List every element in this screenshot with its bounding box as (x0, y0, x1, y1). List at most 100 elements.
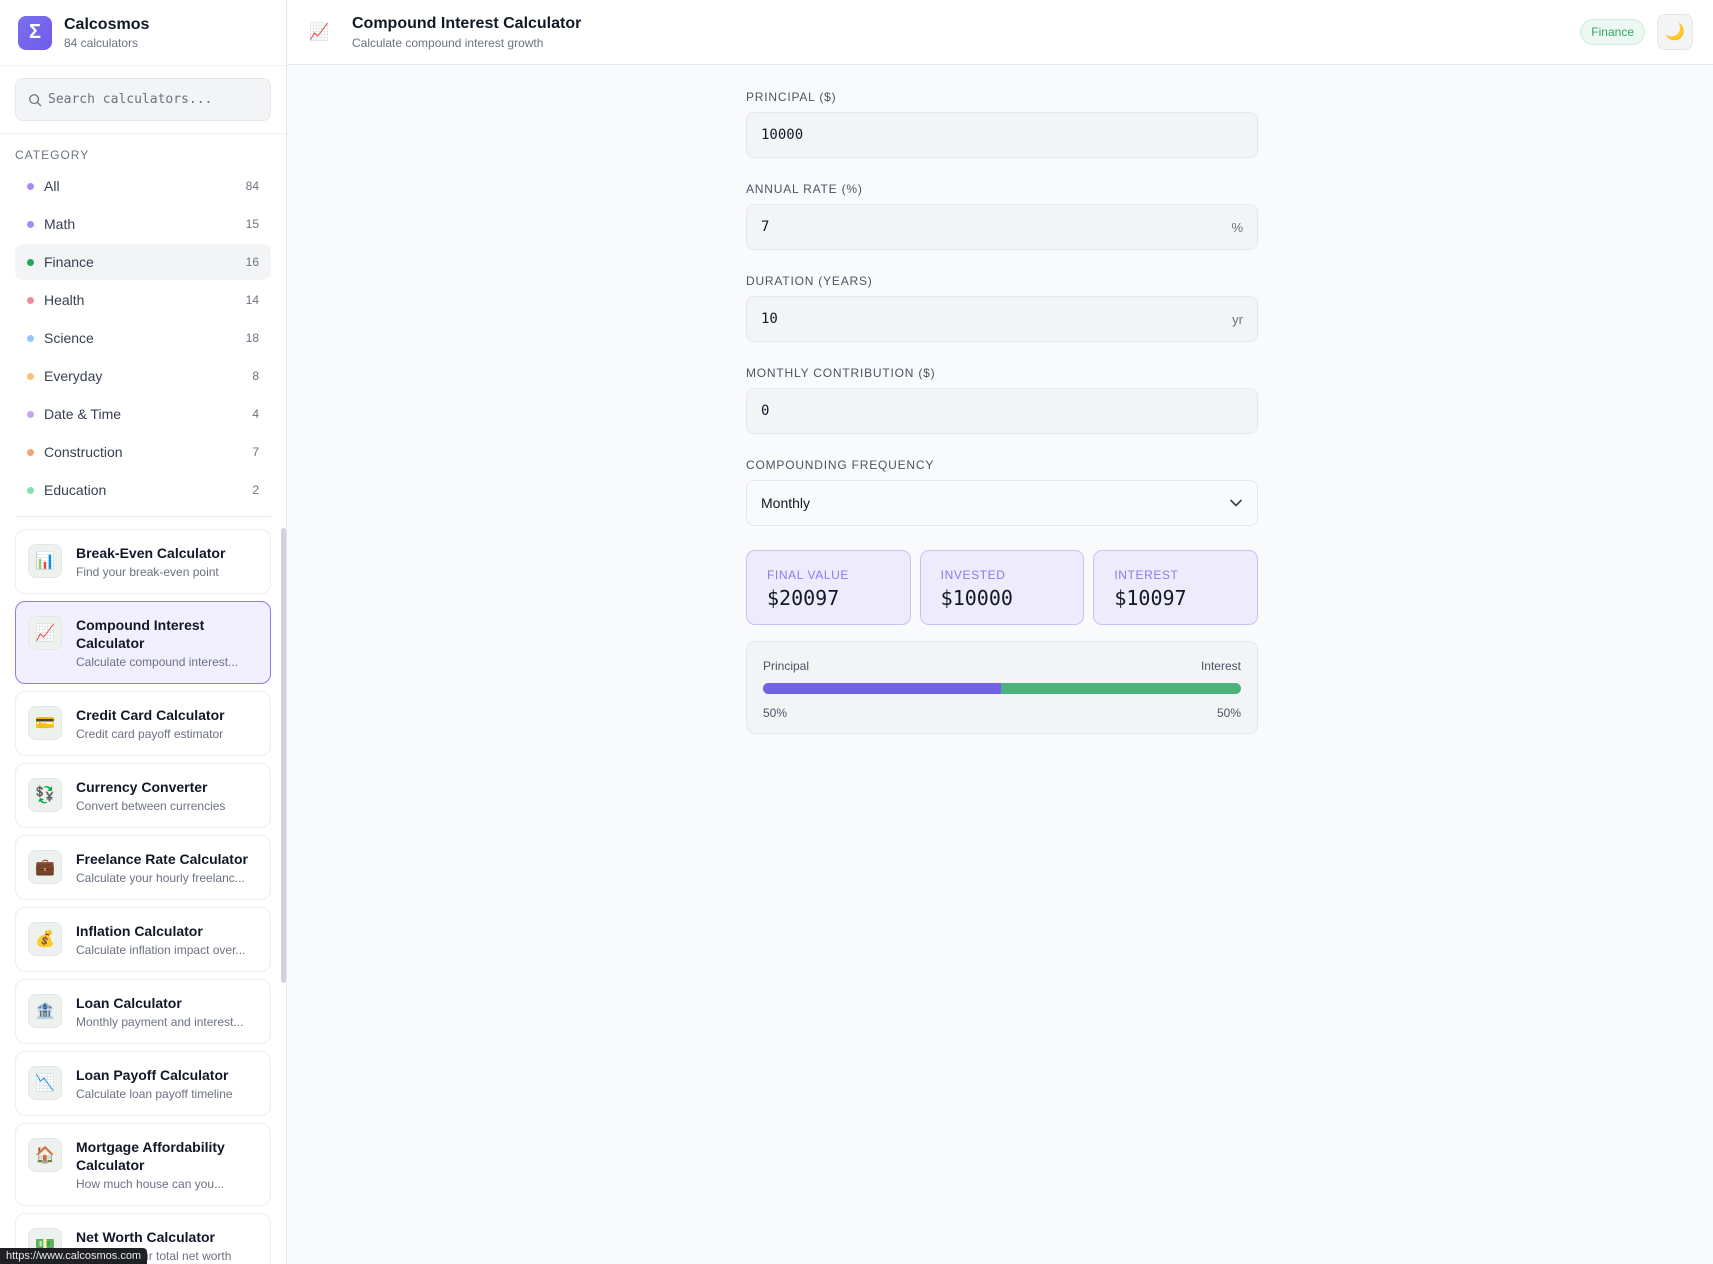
category-count: 84 (245, 179, 259, 193)
category-item-science[interactable]: Science 18 (15, 320, 271, 356)
category-dot-icon (27, 448, 34, 456)
theme-toggle-button[interactable]: 🌙 (1657, 14, 1693, 50)
calculator-desc: Convert between currencies (76, 799, 226, 813)
category-item-math[interactable]: Math 15 (15, 206, 271, 242)
calculator-name: Credit Card Calculator (76, 707, 225, 723)
category-title: CATEGORY (15, 148, 90, 162)
search-section (0, 66, 286, 134)
principal-field[interactable] (746, 112, 1258, 158)
category-label: Health (44, 292, 85, 308)
moon-icon: 🌙 (1665, 24, 1685, 41)
frequency-value: Monthly (761, 495, 811, 511)
invested-label: INVESTED (940, 568, 1006, 582)
category-dot-icon (27, 334, 34, 342)
rate-input[interactable] (761, 219, 1232, 235)
frequency-label: COMPOUNDING FREQUENCY (746, 458, 935, 472)
breakdown-bar (763, 683, 1241, 694)
duration-field[interactable]: yr (746, 296, 1258, 342)
category-badge: Finance (1580, 19, 1645, 45)
calculator-card-compound-interest[interactable]: 📈 Compound Interest Calculator Calculate … (15, 601, 271, 684)
contribution-field[interactable] (746, 388, 1258, 434)
duration-label: DURATION (YEARS) (746, 274, 873, 288)
category-item-date-time[interactable]: Date & Time 4 (15, 396, 271, 432)
chevron-down-icon (1230, 499, 1242, 507)
invested-amount: $10000 (940, 586, 1013, 610)
search-box[interactable] (15, 78, 271, 121)
breakdown-principal-pct: 50% (763, 706, 788, 720)
category-item-all[interactable]: All 84 (15, 168, 271, 204)
category-dot-icon (27, 182, 34, 190)
calculator-card-mortgage-affordability[interactable]: 🏠 Mortgage Affordability Calculator How m… (15, 1123, 271, 1206)
calculator-card-freelance-rate[interactable]: 💼 Freelance Rate Calculator Calculate you… (15, 835, 271, 900)
category-dot-icon (27, 410, 34, 418)
search-input[interactable] (48, 92, 258, 107)
category-count: 8 (252, 369, 259, 383)
calculator-card-loan-payoff[interactable]: 📉 Loan Payoff Calculator Calculate loan p… (15, 1051, 271, 1116)
frequency-select[interactable]: Monthly (746, 480, 1258, 526)
brand-header[interactable]: Σ Calcosmos 84 calculators (0, 0, 286, 66)
category-dot-icon (27, 296, 34, 304)
category-dot-icon (27, 372, 34, 380)
calculator-list: 📊 Break-Even Calculator Find your break-e… (0, 529, 286, 1264)
bank-icon: 🏦 (28, 994, 62, 1028)
calculator-card-loan[interactable]: 🏦 Loan Calculator Monthly payment and int… (15, 979, 271, 1044)
sidebar-scrollbar[interactable] (281, 528, 286, 983)
calculator-name: Currency Converter (76, 779, 208, 795)
results-row: FINAL VALUE $20097 INVESTED $10000 INTER… (746, 550, 1259, 625)
chart-increasing-icon: 📈 (309, 24, 329, 41)
principal-input[interactable] (761, 127, 1243, 143)
category-item-construction[interactable]: Construction 7 (15, 434, 271, 470)
category-list: All 84 Math 15 Finance 16 Health 14 Scie… (0, 168, 286, 517)
calculator-desc: Find your break-even point (76, 565, 219, 579)
calculator-card-inflation[interactable]: 💰 Inflation Calculator Calculate inflatio… (15, 907, 271, 972)
contribution-label: MONTHLY CONTRIBUTION ($) (746, 366, 936, 380)
calculator-name: Freelance Rate Calculator (76, 851, 248, 867)
page-header: 📈 Compound Interest Calculator Calculate… (288, 0, 1713, 65)
search-icon (29, 93, 42, 106)
brand-name: Calcosmos (64, 15, 150, 33)
duration-suffix: yr (1232, 311, 1243, 327)
category-item-everyday[interactable]: Everyday 8 (15, 358, 271, 394)
status-bar-url: https://www.calcosmos.com (0, 1248, 148, 1264)
breakdown-interest-pct: 50% (1216, 706, 1241, 720)
category-item-health[interactable]: Health 14 (15, 282, 271, 318)
calculator-desc: Calculate inflation impact over... (76, 943, 246, 957)
breakdown-bar-principal (763, 683, 1001, 694)
calculator-desc: Calculate your hourly freelanc... (76, 871, 245, 885)
category-dot-icon (27, 220, 34, 228)
rate-field[interactable]: % (746, 204, 1258, 250)
briefcase-icon: 💼 (28, 850, 62, 884)
calculator-desc: Monthly payment and interest... (76, 1015, 244, 1029)
sigma-logo-icon: Σ (18, 15, 52, 50)
calculator-card-currency-converter[interactable]: 💱 Currency Converter Convert between curr… (15, 763, 271, 828)
category-count: 14 (245, 293, 259, 307)
calculator-desc: How much house can you... (76, 1177, 225, 1191)
calculator-name: Loan Calculator (76, 995, 182, 1011)
rate-suffix: % (1231, 219, 1243, 235)
calculator-name: Loan Payoff Calculator (76, 1067, 229, 1083)
calculator-name: Compound Interest Calculator (76, 617, 205, 651)
page-title: Compound Interest Calculator (352, 14, 582, 32)
category-item-finance[interactable]: Finance 16 (15, 244, 271, 280)
category-count: 2 (252, 483, 259, 497)
contribution-input[interactable] (761, 403, 1243, 419)
brand-subtitle: 84 calculators (64, 35, 139, 50)
final-value-label: FINAL VALUE (767, 568, 849, 582)
rate-label: ANNUAL RATE (%) (746, 182, 863, 196)
breakdown-interest-label: Interest (1200, 659, 1241, 673)
principal-label: PRINCIPAL ($) (746, 90, 837, 104)
calculator-desc: Calculate compound interest... (76, 655, 239, 669)
breakdown-principal-label: Principal (763, 659, 810, 673)
calculator-card-credit-card[interactable]: 💳 Credit Card Calculator Credit card payo… (15, 691, 271, 756)
credit-card-icon: 💳 (28, 706, 62, 740)
duration-input[interactable] (761, 311, 1233, 327)
category-item-education[interactable]: Education 2 (15, 472, 271, 508)
page-subtitle: Calculate compound interest growth (352, 35, 544, 50)
calculator-name: Break-Even Calculator (76, 545, 226, 561)
category-label: Math (44, 216, 76, 232)
calculator-desc: Calculate loan payoff timeline (76, 1087, 233, 1101)
interest-amount: $10097 (1114, 586, 1187, 610)
category-label: All (44, 178, 60, 194)
category-count: 15 (245, 217, 259, 231)
calculator-card-break-even[interactable]: 📊 Break-Even Calculator Find your break-e… (15, 529, 271, 594)
